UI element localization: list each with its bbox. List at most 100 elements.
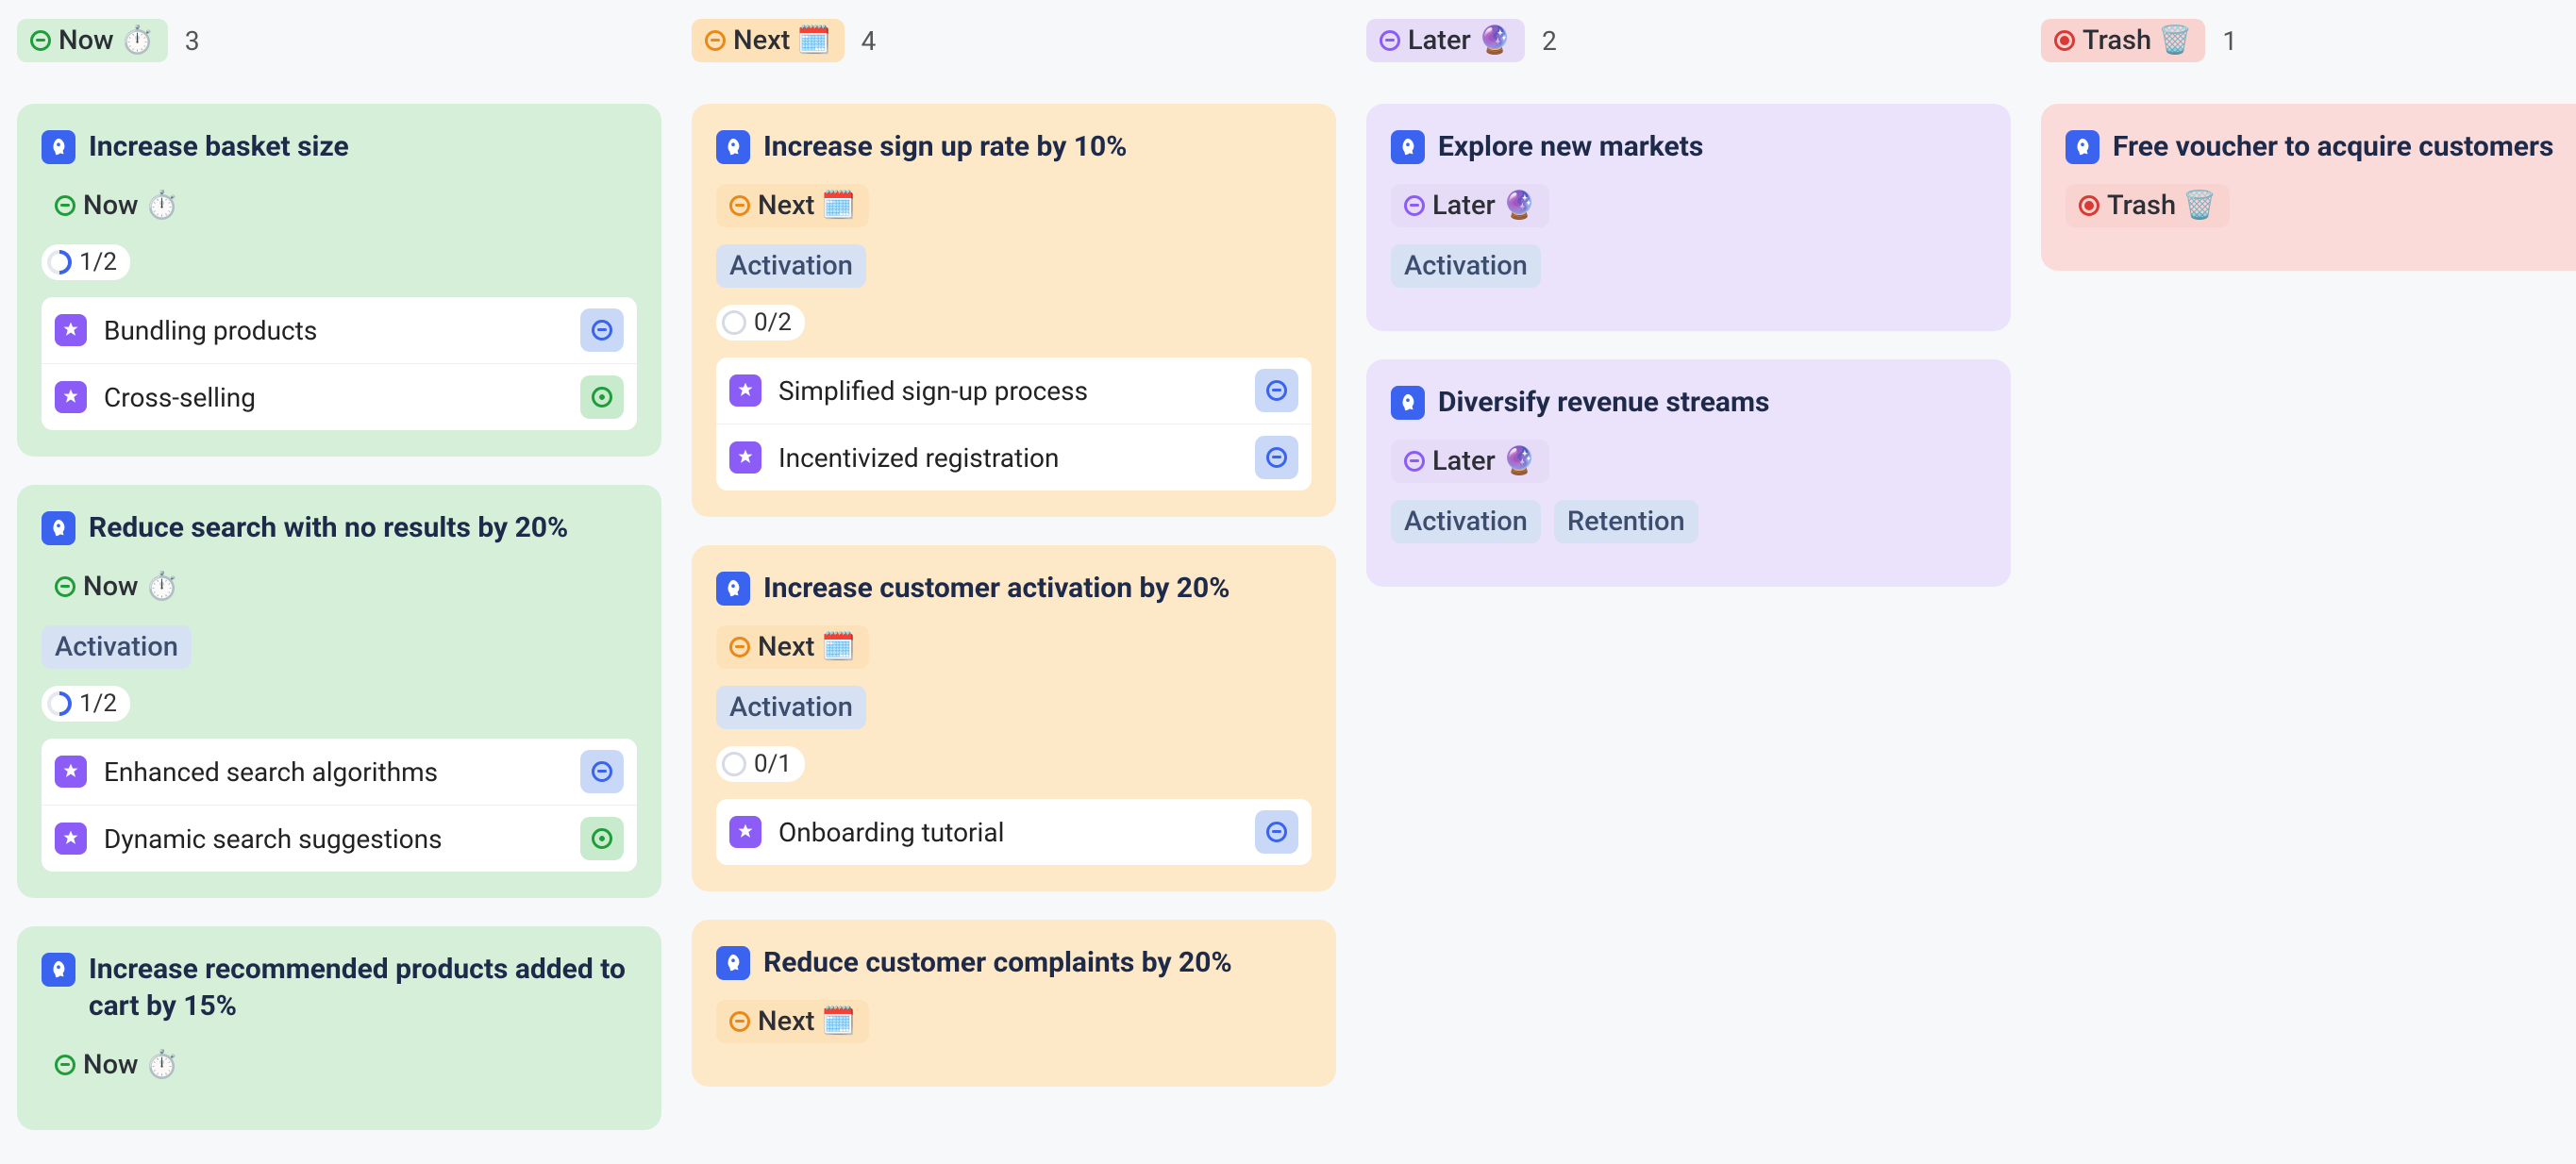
subtask-status-badge[interactable] [1255,436,1298,479]
subtask-name: Incentivized registration [778,442,1238,474]
orange-status-icon [729,637,750,657]
column-later: Later 🔮2 Explore new markets Later 🔮 Activa… [1366,19,2011,615]
card-title-row: Reduce customer complaints by 20% [716,944,1312,981]
tag-pill[interactable]: Activation [1391,244,1541,288]
card-status-pill[interactable]: Next 🗓️ [716,184,869,227]
card-status-row: Trash 🗑️ [2066,184,2576,227]
tag-pill[interactable]: Activation [716,244,866,288]
progress-pill[interactable]: 0/2 [716,305,805,341]
subtask-row[interactable]: Simplified sign-up process [716,358,1312,424]
subtask-status-badge[interactable] [1255,369,1298,412]
target-icon [592,828,612,849]
minus-circle-icon [1266,822,1287,842]
card-title-row: Increase sign up rate by 10% [716,128,1312,165]
subtask-status-badge[interactable] [580,375,624,419]
card-status-pill[interactable]: Now ⏱️ [42,1043,192,1087]
subtask-list: Enhanced search algorithms Dynamic search… [42,739,637,872]
progress-text: 1/2 [79,690,117,718]
progress-text: 0/2 [754,308,792,337]
card-title: Explore new markets [1438,128,1703,165]
card-status-pill[interactable]: Next 🗓️ [716,625,869,669]
subtask-name: Dynamic search suggestions [104,823,563,855]
green-status-icon [55,195,75,216]
rocket-icon [716,946,750,980]
card[interactable]: Increase basket size Now ⏱️ 1/2 Bundling pr… [17,104,661,457]
star-icon [55,314,87,346]
card-status-label: Next 🗓️ [758,190,856,222]
card[interactable]: Reduce search with no results by 20% Now … [17,485,661,898]
card-status-pill[interactable]: Later 🔮 [1391,440,1549,483]
card-status-pill[interactable]: Trash 🗑️ [2066,184,2230,227]
card-status-pill[interactable]: Now ⏱️ [42,565,192,608]
star-icon [55,823,87,855]
column-header: Later 🔮2 [1366,19,2011,62]
card-title-row: Free voucher to acquire customers [2066,128,2576,165]
green-status-icon [55,576,75,597]
card-title-row: Increase recommended products added to c… [42,951,637,1024]
card-status-label: Later 🔮 [1432,190,1536,222]
rocket-icon [42,130,75,164]
card-status-pill[interactable]: Later 🔮 [1391,184,1549,227]
star-icon [55,756,87,788]
subtask-row[interactable]: Enhanced search algorithms [42,739,637,805]
minus-circle-icon [1266,447,1287,468]
card-status-label: Trash 🗑️ [2107,190,2216,222]
column-label: Next 🗓️ [733,25,831,57]
card-progress-row: 0/1 [716,746,1312,782]
card[interactable]: Increase customer activation by 20%Next … [692,545,1336,891]
card[interactable]: Reduce customer complaints by 20% Next 🗓️ [692,920,1336,1087]
card[interactable]: Free voucher to acquire customers Trash 🗑… [2041,104,2576,271]
subtask-status-badge[interactable] [1255,810,1298,854]
progress-pill[interactable]: 1/2 [42,244,130,280]
subtask-row[interactable]: Cross-selling [42,363,637,430]
card[interactable]: Diversify revenue streamsLater 🔮Activati… [1366,359,2011,587]
card-status-row: Next 🗓️ [716,625,1312,669]
subtask-row[interactable]: Dynamic search suggestions [42,805,637,872]
card-status-row: Now ⏱️ [42,565,637,608]
minus-circle-icon [1266,380,1287,401]
subtask-row[interactable]: Bundling products [42,297,637,363]
rocket-icon [42,511,75,545]
red-status-icon [2079,195,2099,216]
card[interactable]: Increase sign up rate by 10% Next 🗓️ Activ… [692,104,1336,517]
subtask-status-badge[interactable] [580,817,624,860]
rocket-icon [716,130,750,164]
column-status-pill[interactable]: Trash 🗑️ [2041,19,2205,62]
card-status-pill[interactable]: Now ⏱️ [42,184,192,227]
card-tags-row: Activation [1391,244,1986,288]
tag-pill[interactable]: Retention [1554,500,1698,543]
column-status-pill[interactable]: Later 🔮 [1366,19,1525,62]
subtask-status-badge[interactable] [580,308,624,352]
rocket-icon [1391,130,1425,164]
progress-pill[interactable]: 1/2 [42,686,130,722]
orange-status-icon [729,1011,750,1032]
orange-status-icon [729,195,750,216]
column-status-pill[interactable]: Next 🗓️ [692,19,845,62]
subtask-row[interactable]: Onboarding tutorial [716,799,1312,865]
minus-circle-icon [592,761,612,782]
column-status-pill[interactable]: Now ⏱️ [17,19,168,62]
subtask-status-badge[interactable] [580,750,624,793]
green-status-icon [55,1055,75,1075]
card-status-row: Later 🔮 [1391,184,1986,227]
card-title-row: Increase basket size [42,128,637,165]
card-status-pill[interactable]: Next 🗓️ [716,1000,869,1043]
trash-status-icon [2054,30,2075,51]
tag-pill[interactable]: Activation [1391,500,1541,543]
card-status-row: Now ⏱️ [42,184,637,227]
card-status-label: Now ⏱️ [83,571,179,603]
column-count: 1 [2222,25,2237,57]
card-status-row: Next 🗓️ [716,1000,1312,1043]
tag-pill[interactable]: Activation [716,686,866,729]
subtask-row[interactable]: Incentivized registration [716,424,1312,491]
card-progress-row: 1/2 [42,244,637,280]
subtask-name: Onboarding tutorial [778,817,1238,848]
progress-pill[interactable]: 0/1 [716,746,805,782]
card[interactable]: Increase recommended products added to c… [17,926,661,1130]
card-title: Reduce search with no results by 20% [89,509,568,546]
card[interactable]: Explore new markets Later 🔮 Activation [1366,104,2011,331]
tag-pill[interactable]: Activation [42,625,192,669]
subtask-list: Bundling productsCross-selling [42,297,637,430]
subtask-list: Onboarding tutorial [716,799,1312,865]
card-title: Increase sign up rate by 10% [763,128,1127,165]
